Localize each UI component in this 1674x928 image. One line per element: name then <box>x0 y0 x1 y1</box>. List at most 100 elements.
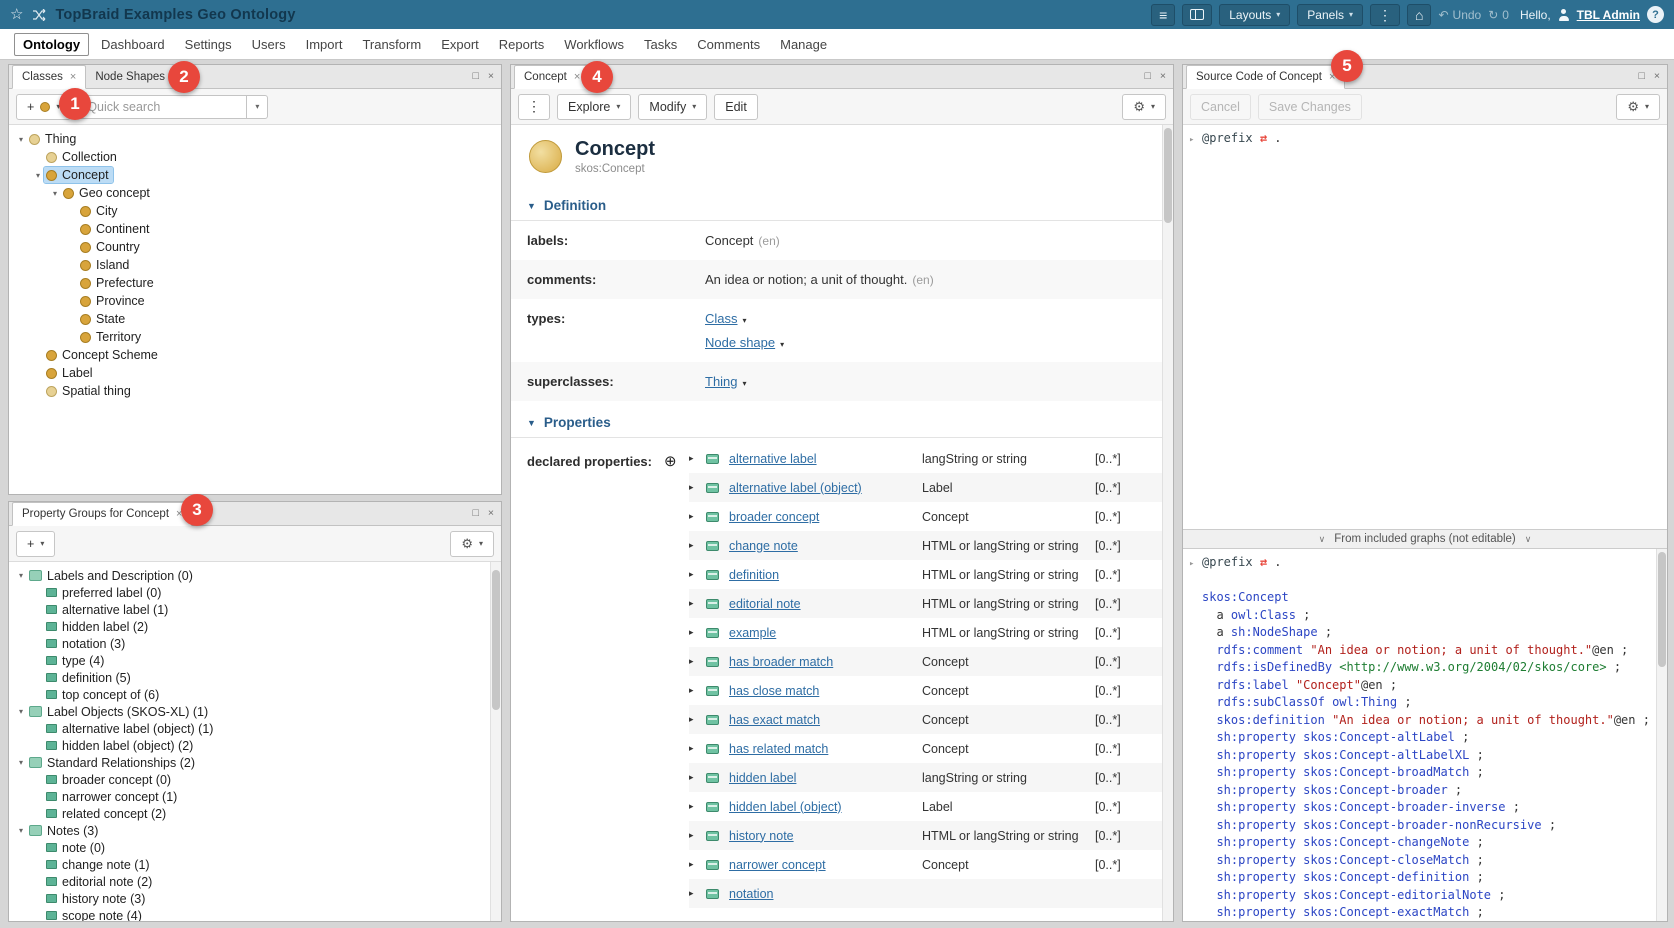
scrollbar-thumb[interactable] <box>492 570 500 710</box>
property-link-has-exact-match[interactable]: has exact match <box>729 713 922 727</box>
close-panel-icon[interactable]: × <box>488 508 494 519</box>
maximize-panel-icon[interactable]: □ <box>473 71 479 82</box>
quick-search-input[interactable] <box>78 95 246 119</box>
user-menu-link[interactable]: TBL Admin <box>1577 8 1640 22</box>
tree-item-type-4[interactable]: type (4) <box>9 652 501 669</box>
tree-item-concept-scheme[interactable]: Concept Scheme <box>9 346 501 364</box>
add-property-button[interactable]: ⊕ <box>664 452 677 470</box>
modify-button[interactable]: Modify ▾ <box>638 94 707 120</box>
close-panel-icon[interactable]: × <box>1160 71 1166 82</box>
property-link-editorial-note[interactable]: editorial note <box>729 597 922 611</box>
expand-property-icon[interactable]: ▸ <box>689 859 706 870</box>
expand-property-icon[interactable]: ▸ <box>689 656 706 667</box>
tree-item-continent[interactable]: Continent <box>9 220 501 238</box>
edit-button[interactable]: Edit <box>714 94 758 120</box>
save-changes-button[interactable]: Save Changes <box>1258 94 1362 120</box>
tree-item-city[interactable]: City <box>9 202 501 220</box>
tree-item-note-0[interactable]: note (0) <box>9 839 501 856</box>
property-link-alternative-label[interactable]: alternative label <box>729 452 922 466</box>
form-menu-button[interactable]: ⋮ <box>518 94 550 120</box>
property-link-has-related-match[interactable]: has related match <box>729 742 922 756</box>
expand-property-icon[interactable]: ▸ <box>689 511 706 522</box>
expand-property-icon[interactable]: ▸ <box>689 801 706 812</box>
expand-property-icon[interactable]: ▸ <box>689 540 706 551</box>
tree-item-broader-concept-0[interactable]: broader concept (0) <box>9 771 501 788</box>
undo-button[interactable]: ↶Undo <box>1438 8 1481 22</box>
expand-property-icon[interactable]: ▸ <box>689 627 706 638</box>
tree-item-alternative-label-1[interactable]: alternative label (1) <box>9 601 501 618</box>
prefix-swap-icon[interactable]: ⇄ <box>1260 131 1267 145</box>
property-link-broader-concept[interactable]: broader concept <box>729 510 922 524</box>
more-options-button[interactable]: ⋮ <box>1370 4 1400 26</box>
property-link-narrower-concept[interactable]: narrower concept <box>729 858 922 872</box>
tree-item-concept[interactable]: ▾Concept <box>9 166 501 184</box>
close-panel-icon[interactable]: × <box>488 71 494 82</box>
property-link-notation[interactable]: notation <box>729 887 922 901</box>
property-link-alternative-label-object[interactable]: alternative label (object) <box>729 481 922 495</box>
property-link-has-close-match[interactable]: has close match <box>729 684 922 698</box>
tree-item-alternative-label-object-1[interactable]: alternative label (object) (1) <box>9 720 501 737</box>
chevron-down-icon[interactable]: ▾ <box>743 379 747 388</box>
close-icon[interactable]: × <box>574 72 580 83</box>
tree-item-scope-note-4[interactable]: scope note (4) <box>9 907 501 921</box>
tree-item-province[interactable]: Province <box>9 292 501 310</box>
panel-settings-button[interactable]: ⚙ ▾ <box>1616 94 1660 120</box>
property-link-hidden-label[interactable]: hidden label <box>729 771 922 785</box>
scrollbar-thumb[interactable] <box>1658 552 1666 667</box>
expand-property-icon[interactable]: ▸ <box>689 598 706 609</box>
property-link-hidden-label-object[interactable]: hidden label (object) <box>729 800 922 814</box>
fold-arrow-icon[interactable]: ▸ <box>1189 132 1194 150</box>
add-property-group-button[interactable]: + ▾ <box>16 531 55 557</box>
menu-item-export[interactable]: Export <box>433 34 487 55</box>
prefix-swap-icon[interactable]: ⇄ <box>1260 555 1267 569</box>
expand-property-icon[interactable]: ▸ <box>689 743 706 754</box>
expand-property-icon[interactable]: ▸ <box>689 453 706 464</box>
tree-item-spatial-thing[interactable]: Spatial thing <box>9 382 501 400</box>
expand-property-icon[interactable]: ▸ <box>689 685 706 696</box>
menu-item-ontology[interactable]: Ontology <box>14 33 89 56</box>
scrollbar[interactable] <box>1162 125 1173 921</box>
panel-settings-button[interactable]: ⚙ ▾ <box>450 531 494 557</box>
property-link-definition[interactable]: definition <box>729 568 922 582</box>
scrollbar-thumb[interactable] <box>1164 128 1172 223</box>
tree-item-related-concept-2[interactable]: related concept (2) <box>9 805 501 822</box>
tab-property-groups[interactable]: Property Groups for Concept × <box>12 502 192 526</box>
menu-item-manage[interactable]: Manage <box>772 34 835 55</box>
tree-item-collection[interactable]: Collection <box>9 148 501 166</box>
tree-item-prefecture[interactable]: Prefecture <box>9 274 501 292</box>
tree-item-island[interactable]: Island <box>9 256 501 274</box>
editable-source-editor[interactable]: ▸@prefix ⇄ . <box>1183 125 1667 529</box>
layout-columns-button[interactable] <box>1182 4 1212 26</box>
property-link-has-broader-match[interactable]: has broader match <box>729 655 922 669</box>
tree-item-top-concept-of-6[interactable]: top concept of (6) <box>9 686 501 703</box>
chevron-down-icon[interactable]: ▾ <box>743 316 747 325</box>
tree-item-label-objects-skos-xl-1[interactable]: ▾Label Objects (SKOS-XL) (1) <box>9 703 501 720</box>
tree-item-preferred-label-0[interactable]: preferred label (0) <box>9 584 501 601</box>
collapse-icon[interactable]: ▾ <box>32 171 44 180</box>
search-dropdown-button[interactable]: ▾ <box>246 95 268 119</box>
tree-item-notation-3[interactable]: notation (3) <box>9 635 501 652</box>
collapse-section-icon[interactable]: ▼ <box>527 418 536 428</box>
home-button[interactable]: ⌂ <box>1407 4 1431 26</box>
expand-property-icon[interactable]: ▸ <box>689 569 706 580</box>
tab-concept[interactable]: Concept × <box>514 65 590 89</box>
tree-item-history-note-3[interactable]: history note (3) <box>9 890 501 907</box>
collapse-icon[interactable]: ▾ <box>49 189 61 198</box>
redo-button[interactable]: ↻0 <box>1488 8 1509 22</box>
cancel-button[interactable]: Cancel <box>1190 94 1251 120</box>
tree-item-hidden-label-object-2[interactable]: hidden label (object) (2) <box>9 737 501 754</box>
definition-section-header[interactable]: ▼ Definition <box>511 190 1173 221</box>
tree-item-state[interactable]: State <box>9 310 501 328</box>
chevron-down-icon[interactable]: ▾ <box>780 340 784 349</box>
main-menu-button[interactable]: ≡ <box>1151 4 1175 26</box>
expand-property-icon[interactable]: ▸ <box>689 830 706 841</box>
scrollbar[interactable] <box>490 562 501 921</box>
collapse-icon[interactable]: ▾ <box>15 826 27 835</box>
menu-item-workflows[interactable]: Workflows <box>556 34 632 55</box>
menu-item-transform[interactable]: Transform <box>354 34 429 55</box>
menu-item-dashboard[interactable]: Dashboard <box>93 34 173 55</box>
tree-item-label[interactable]: Label <box>9 364 501 382</box>
scrollbar[interactable] <box>1656 549 1667 921</box>
tree-item-narrower-concept-1[interactable]: narrower concept (1) <box>9 788 501 805</box>
tree-item-territory[interactable]: Territory <box>9 328 501 346</box>
